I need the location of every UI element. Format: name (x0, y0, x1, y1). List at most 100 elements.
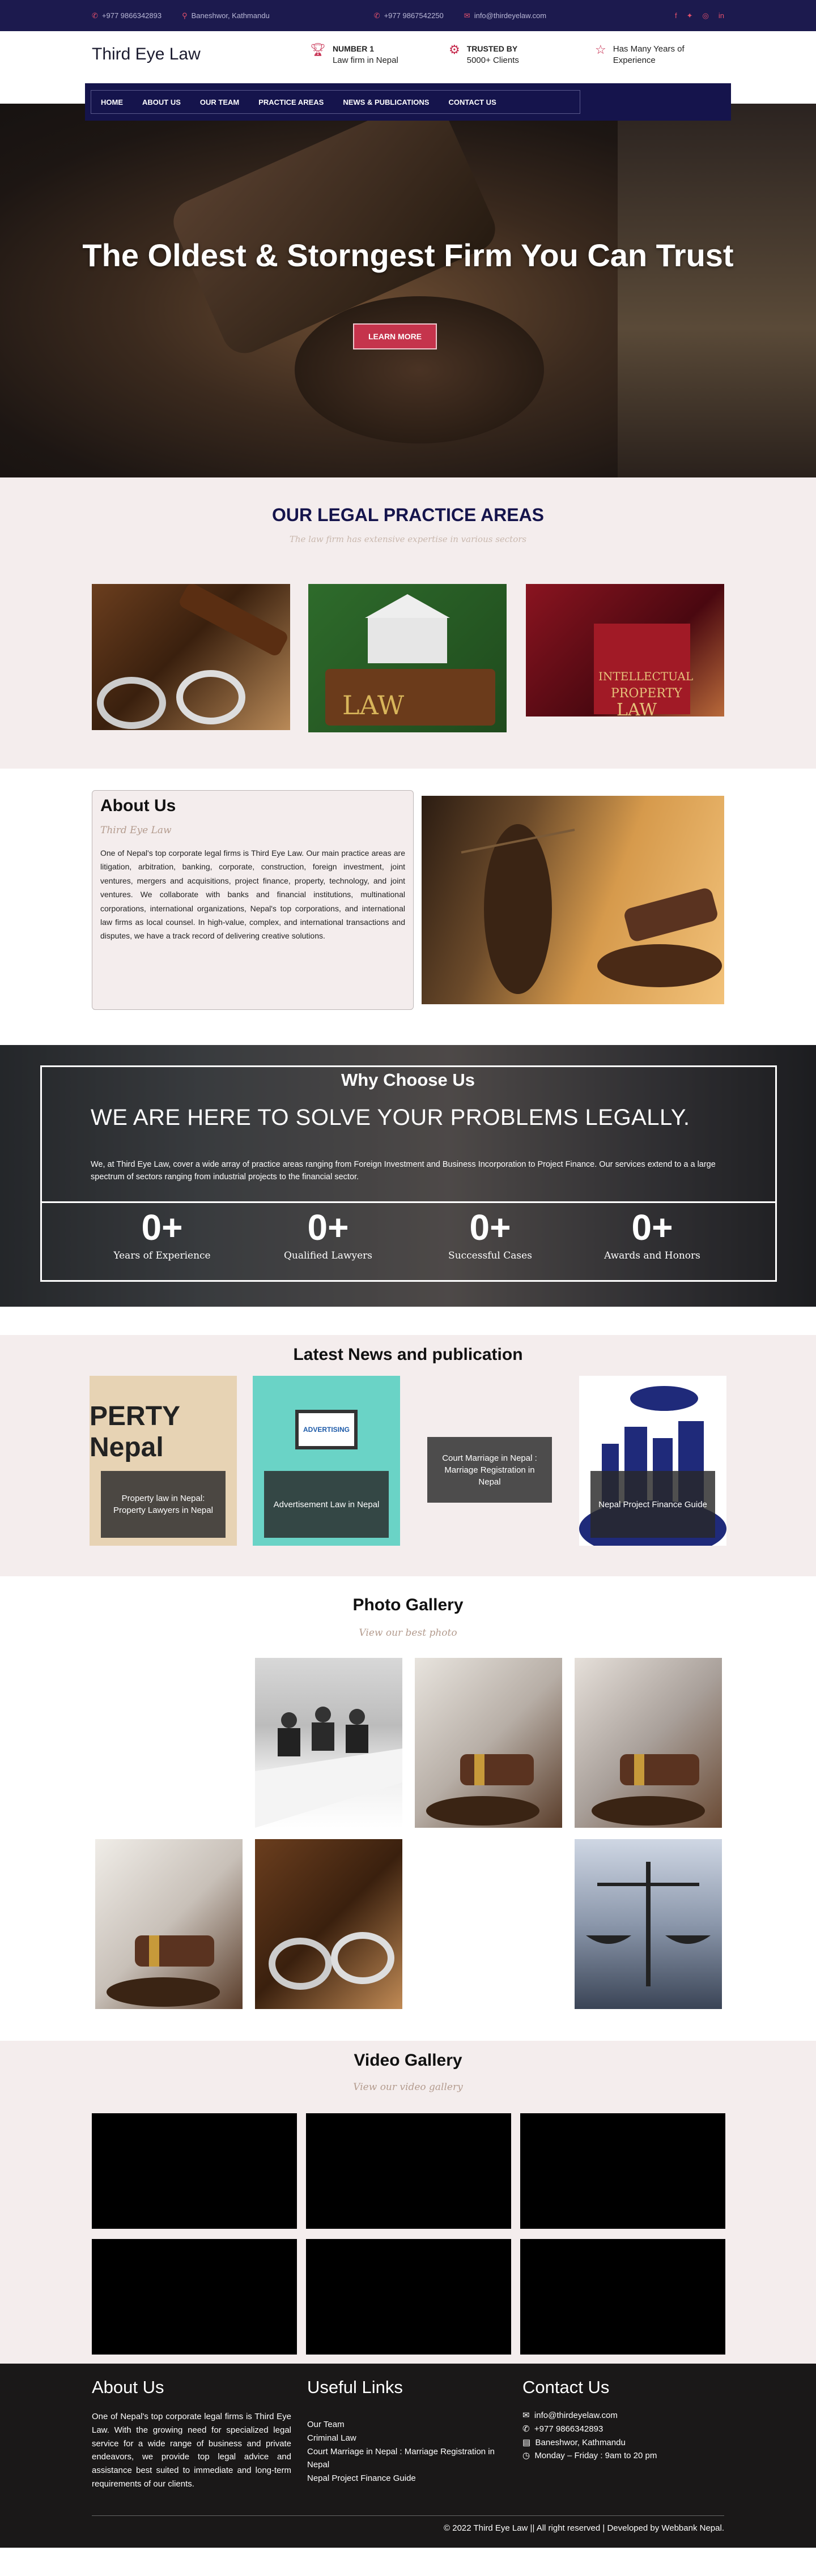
about-card: About Us Third Eye Law One of Nepal's to… (92, 790, 414, 1010)
phone-icon: ✆ (522, 2424, 530, 2434)
footer-contact-title: Contact Us (522, 2377, 610, 2397)
handcuffs-icon (269, 1932, 394, 1990)
gallery-photo-meeting[interactable] (255, 1658, 402, 1828)
video-player[interactable] (306, 2239, 511, 2355)
about-title: About Us (100, 796, 176, 815)
news-caption[interactable]: Nepal Project Finance Guide (590, 1471, 715, 1538)
footer: About Us One of Nepal's top corporate le… (0, 2364, 816, 2548)
gallery-photo-gavel-3[interactable] (95, 1839, 243, 2009)
news-title: Latest News and publication (293, 1345, 523, 1364)
lady-justice-icon (461, 824, 722, 994)
mail-icon: ✉ (464, 11, 470, 20)
header-info-trusted: ⚙ TRUSTED BY 5000+ Clients (449, 42, 519, 65)
video-player[interactable] (306, 2113, 511, 2229)
footer-link-project-finance[interactable]: Nepal Project Finance Guide (307, 2472, 515, 2485)
footer-contacts: ✉ info@thirdeyelaw.com ✆ +977 9866342893… (522, 2409, 724, 2463)
footer-link-court-marriage[interactable]: Court Marriage in Nepal : Marriage Regis… (307, 2445, 515, 2472)
about-signature: Third Eye Law (100, 825, 172, 836)
nav-contact-us[interactable]: CONTACT US (439, 98, 505, 106)
justice-statue-image (422, 796, 724, 1004)
gallery-photo-handcuffs[interactable] (255, 1839, 402, 2009)
social-links: f ✦ ◎ in (675, 11, 724, 20)
footer-links-title: Useful Links (307, 2377, 403, 2397)
footer-about-text: One of Nepal's top corporate legal firms… (92, 2412, 291, 2489)
video-player[interactable] (92, 2113, 297, 2229)
facebook-icon[interactable]: f (675, 11, 677, 20)
hero-title: The Oldest & Storngest Firm You Can Trus… (82, 237, 734, 273)
news-caption[interactable]: Court Marriage in Nepal : Marriage Regis… (427, 1437, 552, 1503)
twitter-icon[interactable]: ✦ (687, 11, 693, 20)
nav-about-us[interactable]: ABOUT US (133, 98, 190, 106)
location-icon: ⚲ (182, 11, 188, 20)
trophy-icon: 🏆︎ (310, 42, 326, 57)
photo-gallery-section: Photo Gallery View our best photo (0, 1576, 816, 2041)
counter-years: 0+ Years of Experience (113, 1207, 211, 1261)
footer-links: Our Team Criminal Law Court Marriage in … (307, 2418, 515, 2485)
video-gallery-section: Video Gallery View our video gallery (0, 2041, 816, 2364)
meeting-people-icon (255, 1707, 402, 1828)
about-section: About Us Third Eye Law One of Nepal's to… (0, 769, 816, 1045)
video-player[interactable] (520, 2113, 725, 2229)
scales-image (618, 104, 816, 477)
gallery-photo-scales[interactable] (575, 1839, 722, 2009)
copyright: © 2022 Third Eye Law || All right reserv… (444, 2523, 724, 2533)
svg-text:PROPERTY: PROPERTY (611, 686, 682, 701)
topbar-phone-2[interactable]: ✆ +977 9867542250 (374, 11, 444, 20)
practice-areas-section: OUR LEGAL PRACTICE AREAS The law firm ha… (0, 477, 816, 769)
practice-image-ip[interactable]: INTELLECTUAL PROPERTY LAW (526, 584, 724, 716)
map-icon: ▤ (522, 2437, 531, 2447)
main-nav: HOME ABOUT US OUR TEAM PRACTICE AREAS NE… (85, 83, 731, 121)
footer-link-criminal-law[interactable]: Criminal Law (307, 2432, 515, 2445)
gavel-icon (592, 1754, 705, 1826)
award-icon: ⚙ (449, 42, 460, 57)
news-image-text: PERTY Nepal (90, 1401, 180, 1462)
top-bar: ✆ +977 9866342893 ⚲ Baneshwor, Kathmandu ✆… (0, 0, 816, 31)
news-card-project-finance[interactable]: Nepal Project Finance Guide (579, 1376, 726, 1546)
gavel-block-image (295, 296, 544, 443)
nav-practice-areas[interactable]: PRACTICE AREAS (249, 98, 333, 106)
counter-lawyers: 0+ Qualified Lawyers (283, 1207, 373, 1261)
practice-image-law[interactable]: LAW (308, 584, 507, 732)
learn-more-button[interactable]: LEARN MORE (353, 323, 437, 349)
gallery-photo-gavel-2[interactable] (575, 1658, 722, 1828)
nav-our-team[interactable]: OUR TEAM (190, 98, 249, 106)
topbar-phone[interactable]: ✆ +977 9866342893 (92, 11, 162, 20)
footer-link-our-team[interactable]: Our Team (307, 2418, 515, 2432)
why-title: Why Choose Us (341, 1070, 475, 1090)
news-card-advertisement[interactable]: ADVERTISING Advertisement Law in Nepal (253, 1376, 400, 1546)
clock-icon: ◷ (522, 2451, 530, 2461)
phone-icon: ✆ (373, 11, 380, 20)
topbar-email[interactable]: ✉ info@thirdeyelaw.com (464, 11, 546, 20)
header: Third Eye Law 🏆︎ NUMBER 1 Law firm in Nep… (0, 31, 816, 121)
footer-contact-phone[interactable]: ✆ +977 9866342893 (522, 2423, 724, 2436)
why-choose-us-section: Why Choose Us WE ARE HERE TO SOLVE YOUR … (0, 1045, 816, 1307)
nav-home[interactable]: HOME (91, 98, 133, 106)
why-headline: WE ARE HERE TO SOLVE YOUR PROBLEMS LEGAL… (91, 1105, 690, 1130)
footer-contact-email[interactable]: ✉ info@thirdeyelaw.com (522, 2409, 724, 2423)
news-card-property[interactable]: PERTY Nepal Property law in Nepal: Prope… (90, 1376, 237, 1546)
gallery-photo-gavel-1[interactable] (415, 1658, 562, 1828)
video-subtitle: View our video gallery (353, 2082, 463, 2093)
linkedin-icon[interactable]: in (719, 11, 724, 20)
header-info-experience: ☆ Has Many Years of Experience (595, 42, 685, 65)
footer-divider (92, 2515, 724, 2516)
scales-icon (586, 1862, 711, 1986)
counter-awards: 0+ Awards and Honors (604, 1207, 700, 1261)
news-card-court-marriage[interactable]: Court Marriage in Nepal : Marriage Regis… (416, 1376, 563, 1546)
footer-contact-hours: ◷ Monday – Friday : 9am to 20 pm (522, 2451, 657, 2461)
svg-text:LAW: LAW (617, 700, 657, 716)
news-caption[interactable]: Property law in Nepal: Property Lawyers … (101, 1471, 226, 1538)
practice-image-criminal[interactable] (92, 584, 290, 730)
footer-about-title: About Us (92, 2377, 164, 2397)
mail-icon: ✉ (522, 2411, 530, 2420)
phone-icon: ✆ (92, 11, 98, 20)
instagram-icon[interactable]: ◎ (703, 11, 709, 20)
news-caption[interactable]: Advertisement Law in Nepal (264, 1471, 389, 1538)
site-logo[interactable]: Third Eye Law (92, 45, 201, 64)
svg-text:LAW: LAW (342, 690, 405, 720)
video-player[interactable] (92, 2239, 297, 2355)
practice-title: OUR LEGAL PRACTICE AREAS (271, 505, 545, 525)
video-player[interactable] (520, 2239, 725, 2355)
practice-subtitle: The law firm has extensive expertise in … (289, 534, 527, 544)
nav-news-publications[interactable]: NEWS & PUBLICATIONS (333, 98, 439, 106)
